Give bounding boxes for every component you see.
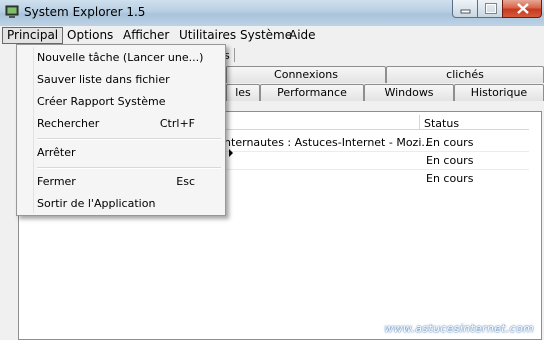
menu-item-sauver-liste[interactable]: Sauver liste dans fichier [37,70,221,90]
menu-item-shortcut: Ctrl+F [159,117,195,130]
menu-item-rechercher[interactable]: Rechercher Ctrl+F [37,114,221,134]
window-title: System Explorer 1.5 [24,5,146,19]
maximize-button[interactable] [477,0,503,18]
menu-utilitaires-systeme[interactable]: Utilitaires Système [175,27,296,44]
menu-item-label: Sauver liste dans fichier [37,73,170,86]
app-icon [5,5,19,19]
tab-connexions[interactable]: Connexions [226,66,386,83]
menu-aide[interactable]: Aide [285,27,320,44]
menu-separator [37,138,221,140]
row-name: internautes : Astuces-Internet - Mozi... [221,136,432,149]
title-bar: System Explorer 1.5 [0,0,544,26]
menu-item-label: Rechercher [37,117,100,130]
menu-item-creer-rapport[interactable]: Créer Rapport Système [37,92,221,112]
menu-item-sortir[interactable]: Sortir de l'Application [37,194,221,214]
menu-item-label: Fermer [37,175,76,188]
column-separator[interactable] [419,115,420,129]
menu-bar: Principal Options Afficher Utilitaires S… [0,26,544,45]
tab-performance[interactable]: Performance [260,84,364,101]
menu-principal[interactable]: Principal [2,27,64,44]
menu-item-label: Arrêter [37,146,76,159]
tab-historique[interactable]: Historique [454,84,544,101]
principal-dropdown-menu: Nouvelle tâche (Lancer une...) Sauver li… [16,44,233,216]
menu-afficher[interactable]: Afficher [119,27,173,44]
menu-options[interactable]: Options [63,27,117,44]
menu-item-shortcut: Esc [176,175,195,188]
menu-item-label: Sortir de l'Application [37,197,156,210]
menu-item-label: Créer Rapport Système [37,95,166,108]
menu-separator [37,167,221,169]
close-button[interactable] [502,0,542,18]
minimize-button[interactable] [452,0,478,18]
column-header-status[interactable]: Status [424,117,459,130]
tab-cliches[interactable]: clichés [386,66,544,83]
tab-partial[interactable]: les [226,84,260,101]
watermark: www.astucesinternet.com [384,322,534,335]
menu-item-fermer[interactable]: Fermer Esc [37,172,221,192]
submenu-arrow-icon [229,149,233,157]
menu-item-nouvelle-tache[interactable]: Nouvelle tâche (Lancer une...) [37,48,221,68]
row-status: En cours [426,172,474,185]
menu-item-arreter[interactable]: Arrêter [37,143,233,163]
menu-gutter [33,47,34,213]
menu-item-label: Nouvelle tâche (Lancer une...) [37,51,204,64]
row-status: En cours [426,154,474,167]
tab-windows[interactable]: Windows [364,84,454,101]
row-status: En cours [426,136,474,149]
